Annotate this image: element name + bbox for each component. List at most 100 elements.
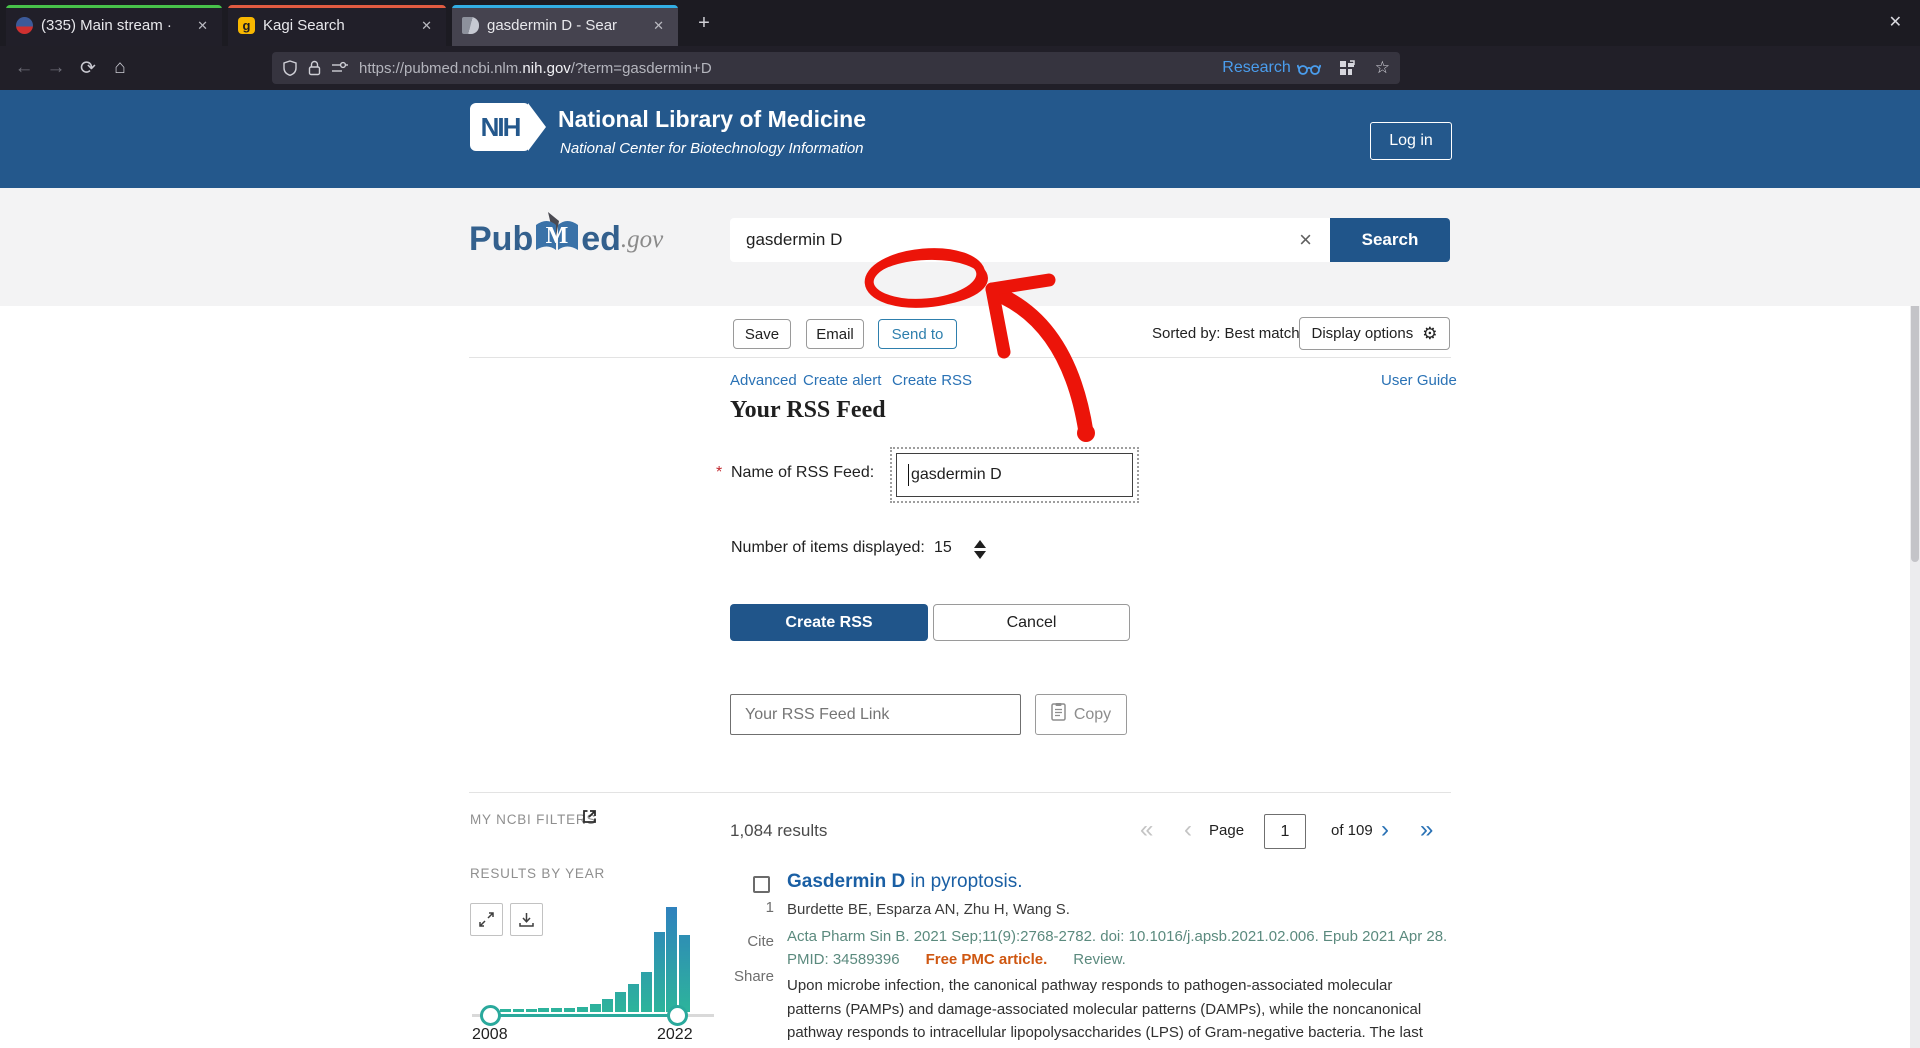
results-divider [469,792,1451,793]
my-ncbi-filters-label[interactable]: MY NCBI FILTERS [470,812,596,827]
email-button[interactable]: Email [806,319,864,349]
url-bar[interactable]: https://pubmed.ncbi.nlm.nih.gov/?term=ga… [272,52,1400,84]
advanced-link[interactable]: Advanced [730,372,797,389]
histogram-bar [641,972,652,1012]
page-total-label: of 109 [1331,822,1373,839]
login-button[interactable]: Log in [1370,122,1452,160]
histogram-bar [500,1009,511,1012]
next-page-icon[interactable]: › [1381,816,1389,844]
search-box[interactable]: gasdermin D × [730,218,1330,262]
items-displayed-label: Number of items displayed: [731,539,925,557]
tab-label: Kagi Search [263,17,409,34]
page-number-input[interactable]: 1 [1264,814,1306,849]
year-slider-range [490,1014,680,1017]
copy-button[interactable]: Copy [1035,694,1127,735]
histogram-bar [577,1007,588,1012]
lock-icon[interactable] [308,60,321,76]
nlm-subtitle: National Center for Biotechnology Inform… [560,140,864,157]
tab-close-icon[interactable]: ✕ [193,16,212,36]
permissions-icon[interactable] [331,61,349,75]
nlm-title: National Library of Medicine [558,106,866,133]
histogram-bar [551,1008,562,1012]
text-caret [908,464,909,486]
histogram-bar [513,1009,524,1012]
year-slider-handle-start[interactable] [480,1005,501,1026]
url-text[interactable]: https://pubmed.ncbi.nlm.nih.gov/?term=ga… [359,60,1222,77]
stepper-up-icon[interactable] [974,540,986,548]
tab-label: (335) Main stream · [41,17,185,34]
article-authors: Burdette BE, Esparza AN, Zhu H, Wang S. [787,901,1070,918]
tracking-shield-icon[interactable] [282,60,298,76]
result-checkbox[interactable] [753,876,770,893]
create-rss-button[interactable]: Create RSS [730,604,928,641]
navigation-toolbar: ← → ⟳ ⌂ https://pubmed.ncbi.nlm.nih.gov/… [0,46,1920,90]
sorted-by-label: Sorted by: Best match [1152,325,1300,342]
prev-page-icon[interactable]: ‹ [1184,816,1192,844]
last-page-icon[interactable]: » [1420,816,1433,844]
research-label[interactable]: Research [1222,59,1290,77]
window-close-icon[interactable]: ✕ [1883,10,1908,34]
search-input-value[interactable]: gasdermin D [730,230,1281,250]
nih-logo-arrow [528,103,546,151]
search-section: Pub M ed .gov gasdermin D × Search Advan… [0,188,1920,306]
year-start-label: 2008 [472,1026,508,1044]
required-asterisk: * [716,464,722,482]
clear-search-icon[interactable]: × [1281,227,1330,253]
external-link-icon[interactable] [582,809,597,829]
expand-icon [479,912,494,927]
create-rss-link[interactable]: Create RSS [892,372,972,389]
results-by-year-label: RESULTS BY YEAR [470,866,605,881]
pubmed-logo[interactable]: Pub M ed .gov [469,212,663,259]
save-button[interactable]: Save [733,319,791,349]
tab-label: gasdermin D - Sear [487,17,641,34]
copy-clipboard-icon [1051,703,1066,726]
year-slider-handle-end[interactable] [667,1005,688,1026]
nih-header: NIH National Library of Medicine Nationa… [0,90,1920,188]
home-icon[interactable]: ⌂ [104,57,136,79]
expand-chart-button[interactable] [470,903,503,936]
tab-close-icon[interactable]: ✕ [649,16,668,36]
tab-bar: (335) Main stream · ✕ g Kagi Search ✕ ga… [0,0,1920,46]
rss-name-input[interactable]: gasdermin D [896,453,1133,497]
nih-logo[interactable]: NIH [470,103,530,151]
first-page-icon[interactable]: « [1140,816,1153,844]
share-button[interactable]: Share [730,968,774,985]
gear-icon: ⚙ [1422,324,1437,344]
create-alert-link[interactable]: Create alert [803,372,881,389]
rss-feed-link-input[interactable] [730,694,1021,735]
send-to-button[interactable]: Send to [878,319,957,349]
cancel-button[interactable]: Cancel [933,604,1130,641]
screenshot-icon[interactable] [1339,60,1355,76]
search-button[interactable]: Search [1330,218,1450,262]
histogram-bar [666,907,677,1012]
tab-close-icon[interactable]: ✕ [417,16,436,36]
bookmark-star-icon[interactable]: ☆ [1375,58,1390,78]
reload-icon[interactable]: ⟳ [72,57,104,80]
article-meta-row: PMID: 34589396 Free PMC article. Review. [787,951,1126,968]
histogram-bar [538,1008,549,1012]
items-displayed-value: 15 [934,539,952,557]
forward-icon[interactable]: → [40,57,72,79]
cite-button[interactable]: Cite [730,933,774,950]
page-content: NIH National Library of Medicine Nationa… [0,90,1920,1048]
reader-glasses-icon[interactable] [1297,61,1321,76]
stream-tab-favicon [16,17,33,34]
user-guide-link[interactable]: User Guide [1381,372,1457,389]
rss-name-label: Name of RSS Feed: [731,464,874,482]
stepper-down-icon[interactable] [974,551,986,559]
tab-gasdermin-active[interactable]: gasdermin D - Sear ✕ [452,5,678,46]
article-title-link[interactable]: Gasdermin D in pyroptosis. [787,871,1023,893]
back-icon[interactable]: ← [8,57,40,79]
results-count: 1,084 results [730,821,827,841]
histogram-bar [602,999,613,1012]
new-tab-button[interactable]: + [690,10,718,38]
items-stepper[interactable] [974,540,986,559]
tab-main-stream[interactable]: (335) Main stream · ✕ [6,5,222,46]
display-options-button[interactable]: Display options ⚙ [1299,317,1450,350]
histogram-bar [590,1004,601,1012]
book-icon: M [534,212,580,259]
kagi-tab-favicon: g [238,17,255,34]
tab-kagi-search[interactable]: g Kagi Search ✕ [228,5,446,46]
results-histogram[interactable] [500,907,692,1012]
page-label: Page [1209,822,1244,839]
